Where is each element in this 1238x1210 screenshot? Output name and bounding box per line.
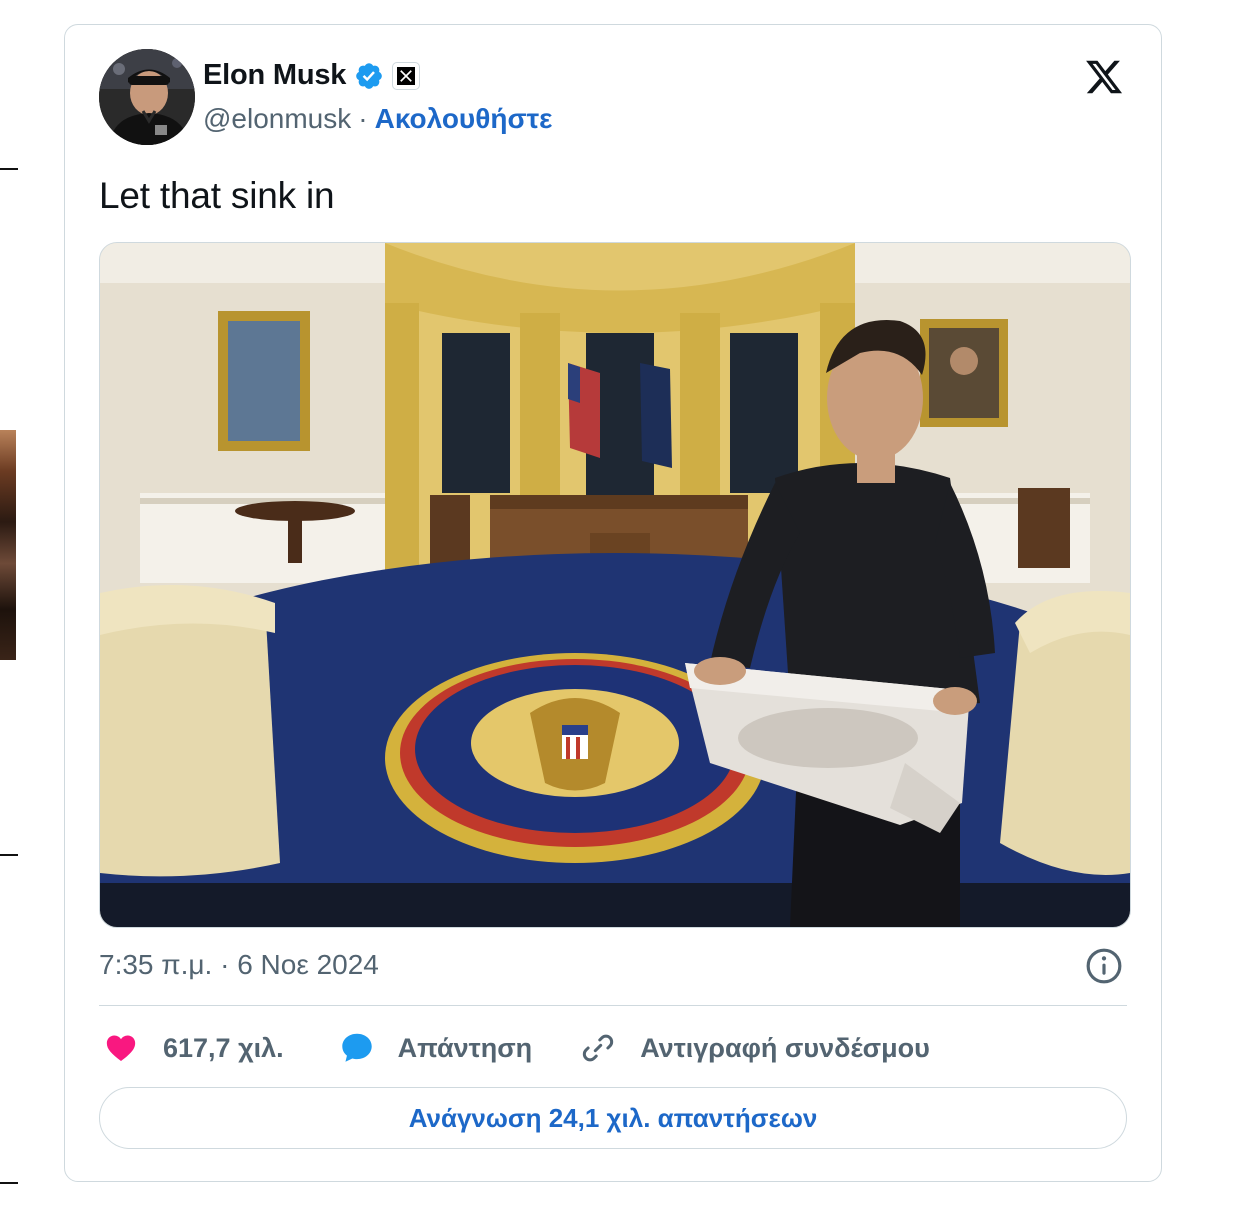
- reply-bubble-icon: [341, 1033, 372, 1062]
- like-count: 617,7 χιλ.: [163, 1032, 284, 1063]
- reply-label: Απάντηση: [397, 1032, 533, 1063]
- avatar[interactable]: [99, 49, 195, 145]
- follow-link[interactable]: Ακολουθήστε: [375, 103, 553, 135]
- x-logo-icon[interactable]: [1083, 57, 1125, 97]
- tweet-text: Let that sink in: [99, 175, 335, 216]
- reply-button[interactable]: Απάντηση: [338, 1030, 533, 1066]
- edge-rule: [0, 1182, 18, 1184]
- edge-thumbnail: [0, 430, 16, 660]
- tweet-date: 6 Νοε 2024: [237, 949, 379, 980]
- divider: [99, 1005, 1127, 1006]
- edge-rule: [0, 854, 18, 856]
- link-icon: [583, 1034, 614, 1062]
- like-button[interactable]: 617,7 χιλ.: [103, 1031, 284, 1065]
- tweet-media-video[interactable]: [99, 242, 1131, 928]
- handle-separator: ·: [358, 103, 368, 134]
- edge-rule: [0, 168, 18, 170]
- copy-link-label: Αντιγραφή συνδέσμου: [640, 1032, 930, 1063]
- copy-link-button[interactable]: Αντιγραφή συνδέσμου: [580, 1030, 930, 1066]
- info-icon[interactable]: [1085, 947, 1123, 985]
- tweet-time: 7:35 π.μ.: [99, 949, 213, 980]
- avatar-image: [99, 49, 195, 145]
- tweet-actions-bar: 617,7 χιλ. Απάντηση Αντιγραφή συνδέσμου: [103, 1027, 930, 1069]
- verified-badge-icon: [356, 62, 383, 89]
- media-illustration: [100, 243, 1130, 927]
- tweet-timestamp[interactable]: 7:35 π.μ. · 6 Νοε 2024: [99, 949, 379, 981]
- heart-icon: [106, 1035, 136, 1062]
- x-affiliate-badge-icon: [392, 61, 421, 90]
- read-replies-label: Ανάγνωση 24,1 χιλ. απαντήσεων: [408, 1102, 818, 1133]
- author-name[interactable]: Elon Musk: [203, 59, 346, 92]
- timestamp-separator: ·: [220, 949, 230, 980]
- read-replies-button[interactable]: Ανάγνωση 24,1 χιλ. απαντήσεων: [99, 1087, 1127, 1149]
- tweet-embed-card: Elon Musk @elonmusk · Ακολουθήστε Let th…: [64, 24, 1162, 1182]
- author-handle[interactable]: @elonmusk: [203, 103, 351, 135]
